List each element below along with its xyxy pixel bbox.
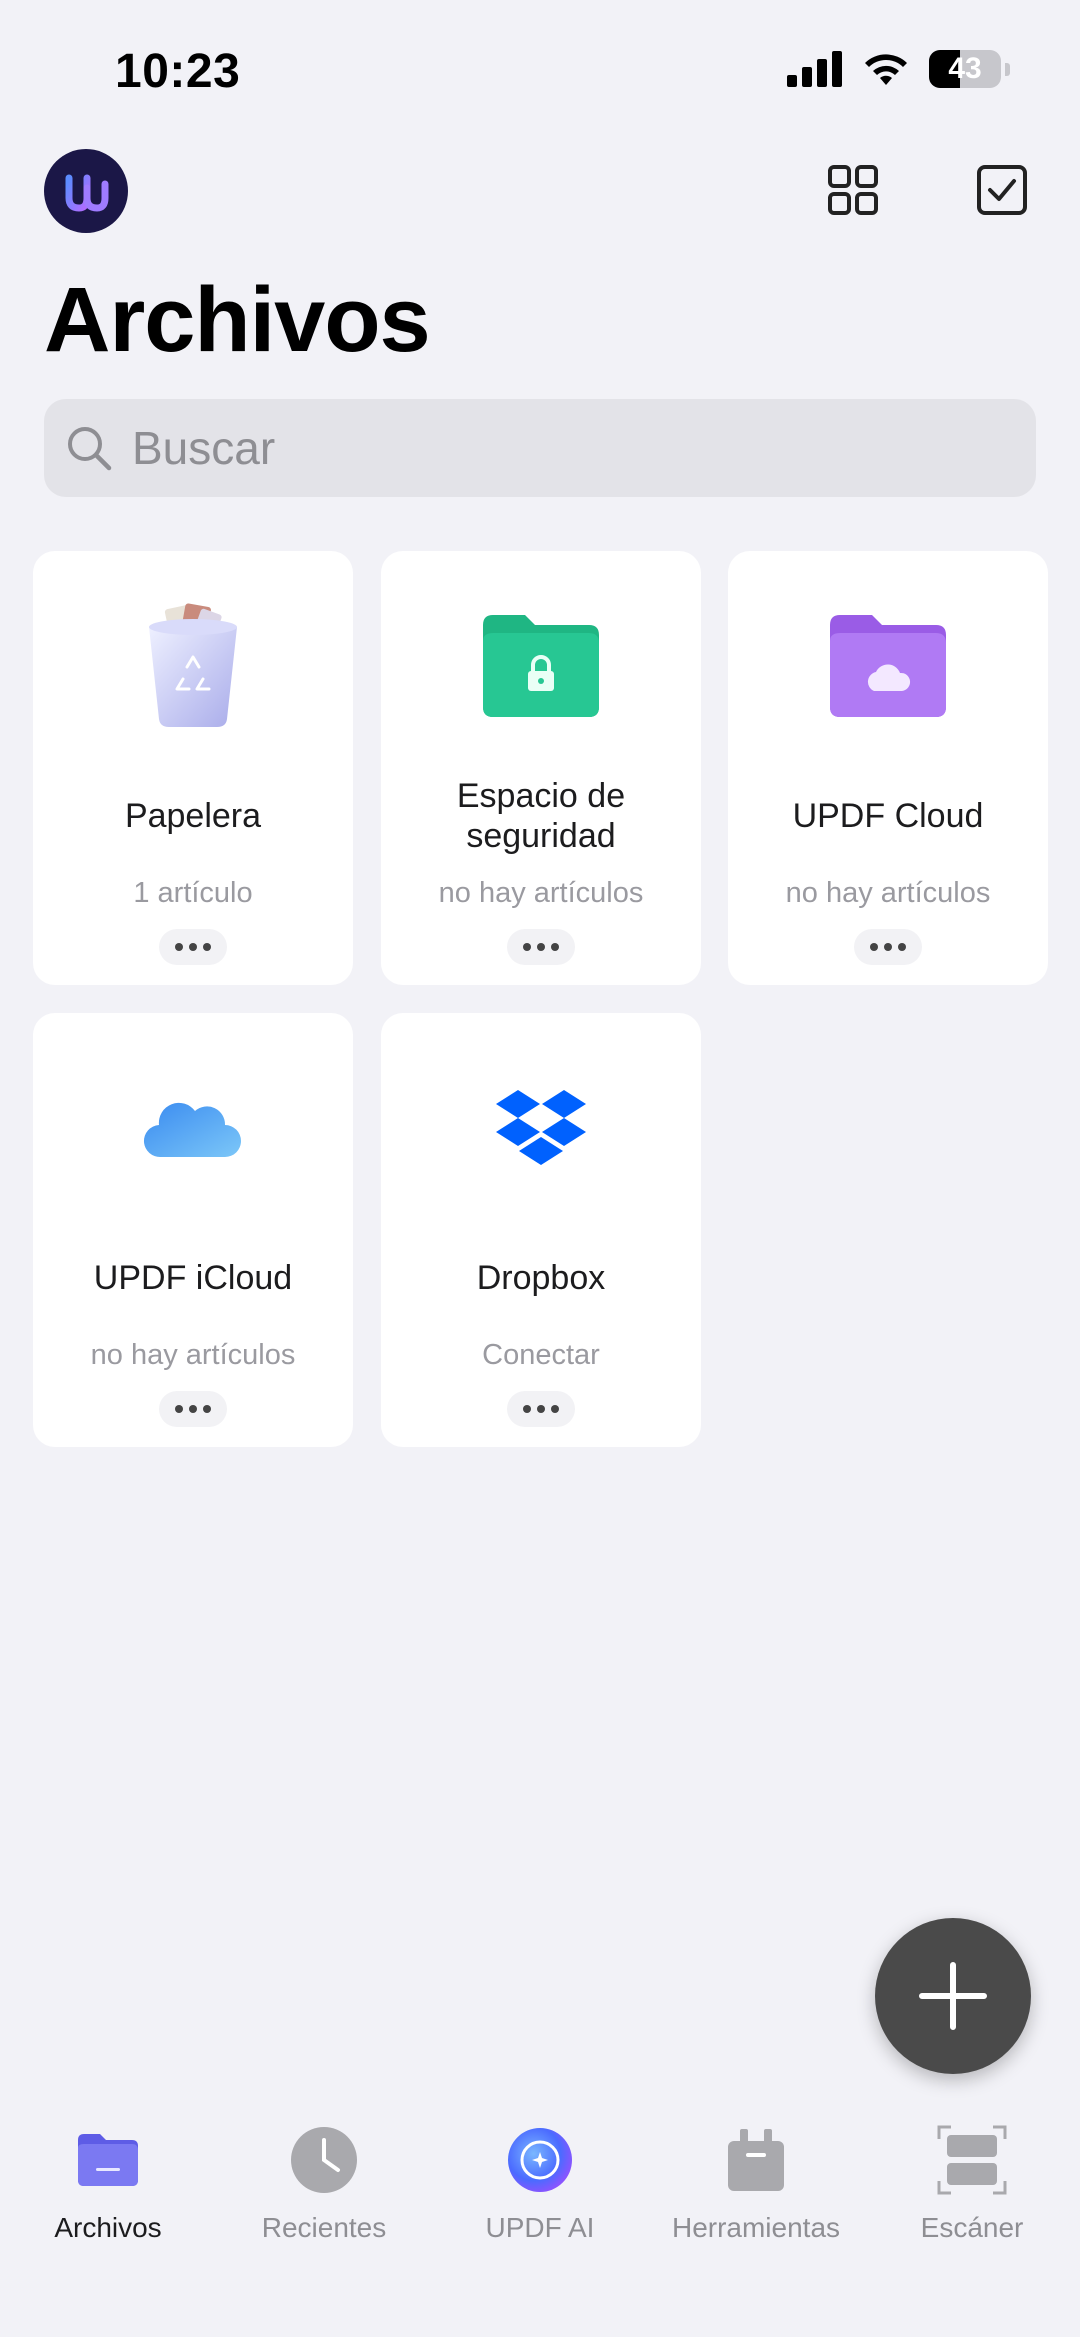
scanner-icon [937,2125,1007,2195]
card-title: Papelera [124,797,262,835]
cloud-folder-icon [830,615,946,717]
secure-folder-icon [483,615,599,717]
tab-label: Herramientas [671,2212,841,2243]
card-icon-wrap [381,1063,701,1193]
more-button[interactable] [507,1391,575,1427]
tab-label: Recientes [261,2212,387,2243]
battery-icon: 43 [929,50,1001,88]
battery-level: 43 [948,52,982,85]
card-subtitle: no hay artículos [90,1339,296,1371]
toolbox-icon [728,2129,784,2191]
dropbox-icon [496,1090,586,1165]
status-bar: 10:23 43 [0,0,1080,140]
cellular-signal-icon [787,51,842,87]
select-button[interactable] [972,160,1032,220]
card-subtitle: Conectar [482,1339,600,1371]
card-title: Espacio de seguridad [456,777,626,855]
page-title: Archivos [44,269,431,371]
tab-label: UPDF AI [485,2212,595,2243]
add-button[interactable] [875,1918,1031,2074]
card-icon-wrap [381,601,701,731]
card-icon-wrap [728,601,1048,731]
updf-logo-icon [65,174,109,212]
more-button[interactable] [854,929,922,965]
grid-view-button[interactable] [823,160,883,220]
more-button[interactable] [159,1391,227,1427]
card-title: Dropbox [476,1259,606,1297]
tab-archivos[interactable]: Archivos [0,2120,216,2244]
checkbox-icon [977,165,1027,215]
card-papelera[interactable]: Papelera 1 artículo [33,551,353,985]
tab-label: Archivos [54,2212,162,2243]
search-input[interactable] [132,421,992,475]
tab-label: Escáner [920,2212,1024,2243]
tab-escaner[interactable]: Escáner [864,2120,1080,2244]
card-espacio-seguridad[interactable]: Espacio de seguridad no hay artículos [381,551,701,985]
icloud-icon [143,1102,241,1158]
tab-herramientas[interactable]: Herramientas [648,2120,864,2244]
more-button[interactable] [159,929,227,965]
clock-icon [291,2127,357,2193]
card-icon-wrap [33,1063,353,1193]
status-icons: 43 [787,50,1010,88]
card-title: UPDF Cloud [792,797,984,835]
status-time: 10:23 [115,45,241,98]
card-subtitle: 1 artículo [133,877,253,909]
search-bar[interactable] [44,399,1036,497]
tab-bar: Archivos Recientes UPDF AI Herramientas … [0,2100,1080,2337]
tab-recientes[interactable]: Recientes [216,2120,432,2244]
search-icon [68,427,112,471]
battery-tip [1005,62,1010,76]
grid-view-icon [828,165,878,215]
trash-icon [149,603,237,727]
updf-logo-avatar[interactable] [44,149,128,233]
card-subtitle: no hay artículos [438,877,644,909]
ai-icon [508,2128,572,2192]
card-title: UPDF iCloud [93,1259,293,1297]
card-updf-cloud[interactable]: UPDF Cloud no hay artículos [728,551,1048,985]
more-button[interactable] [507,929,575,965]
folder-icon [78,2134,138,2186]
card-updf-icloud[interactable]: UPDF iCloud no hay artículos [33,1013,353,1447]
card-icon-wrap [33,601,353,731]
wifi-icon [865,54,907,85]
card-dropbox[interactable]: Dropbox Conectar [381,1013,701,1447]
plus-icon [919,1962,987,2030]
tab-updf-ai[interactable]: UPDF AI [432,2120,648,2244]
card-subtitle: no hay artículos [785,877,991,909]
